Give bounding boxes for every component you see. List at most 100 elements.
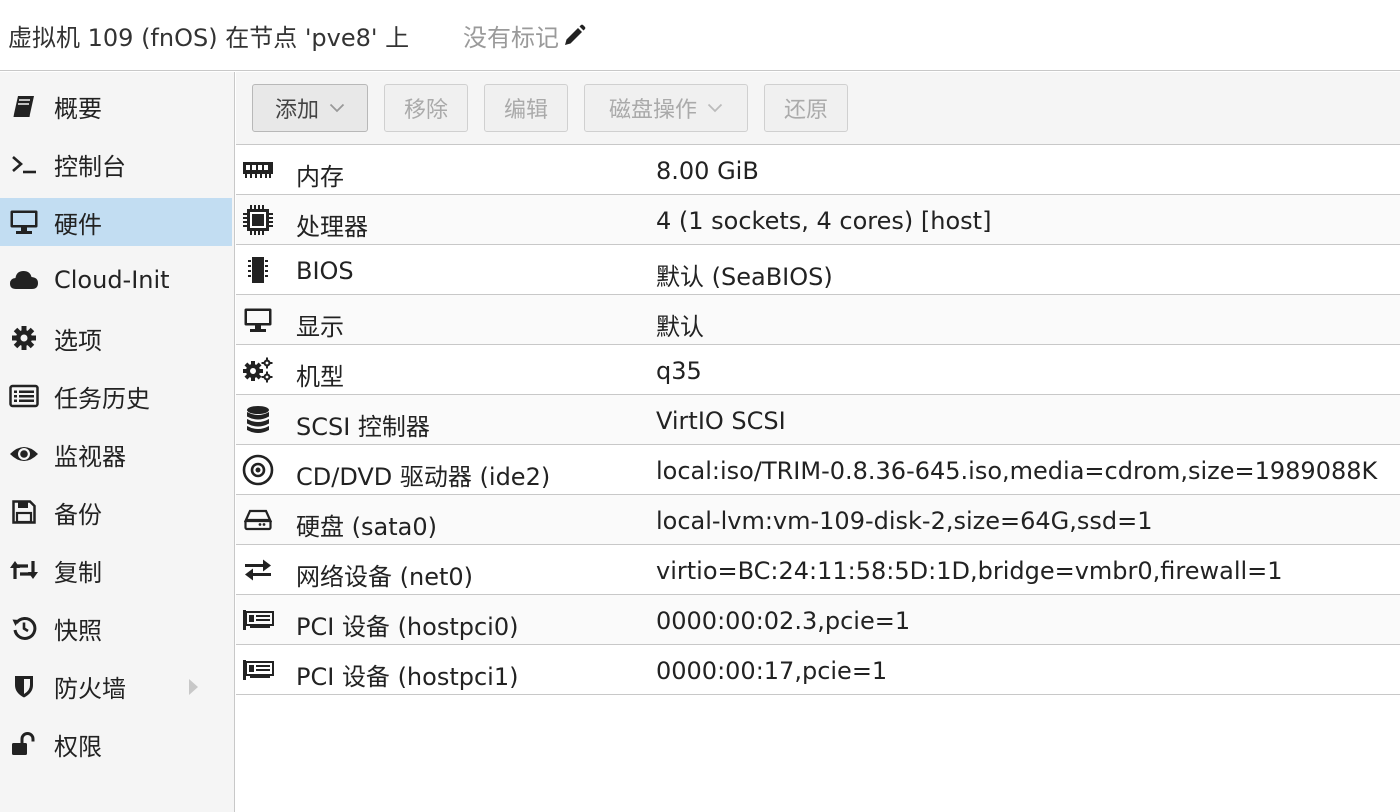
hardware-name: 网络设备 (net0)	[296, 563, 474, 591]
hardware-name: 处理器	[296, 213, 368, 241]
hardware-row-pci-hostpci0[interactable]: PCI 设备 (hostpci0) 0000:00:02.3,pcie=1	[236, 595, 1400, 645]
sidebar-item-label: 选项	[54, 326, 102, 355]
sidebar-item-label: Cloud-Init	[54, 266, 170, 294]
remove-button-label: 移除	[403, 98, 448, 123]
pci-card-icon	[242, 606, 274, 634]
add-button-label: 添加	[274, 98, 319, 123]
display-icon	[242, 306, 274, 334]
sidebar-item-label: 复制	[54, 558, 102, 587]
hardware-value: 4 (1 sockets, 4 cores) [host]	[656, 207, 992, 235]
cdrom-icon	[242, 454, 274, 486]
sidebar-item-label: 任务历史	[54, 384, 150, 413]
revert-button-label: 还原	[783, 98, 828, 123]
pci-card-icon	[242, 656, 274, 684]
memory-icon	[242, 156, 274, 184]
hardware-grid: 内存 8.00 GiB 处理器 4 (1 sockets, 4 cores) […	[236, 145, 1400, 695]
hardware-value: 默认	[656, 313, 704, 341]
sidebar-item-monitor[interactable]: 监视器	[0, 430, 232, 478]
chevron-down-icon	[329, 103, 345, 113]
retweet-icon	[0, 546, 48, 594]
database-icon	[242, 406, 274, 434]
edit-button[interactable]: 编辑	[484, 84, 568, 132]
hardware-row-scsi-controller[interactable]: SCSI 控制器 VirtIO SCSI	[236, 395, 1400, 445]
sidebar-item-hardware[interactable]: 硬件	[0, 198, 232, 246]
sidebar-item-label: 监视器	[54, 442, 126, 471]
hardware-name: SCSI 控制器	[296, 413, 430, 441]
hardware-value: q35	[656, 357, 702, 385]
sidebar-item-permissions[interactable]: 权限	[0, 720, 232, 768]
hardware-row-network[interactable]: 网络设备 (net0) virtio=BC:24:11:58:5D:1D,bri…	[236, 545, 1400, 595]
terminal-icon	[0, 140, 48, 188]
hardware-row-processor[interactable]: 处理器 4 (1 sockets, 4 cores) [host]	[236, 195, 1400, 245]
hardware-row-bios[interactable]: BIOS 默认 (SeaBIOS)	[236, 245, 1400, 295]
hardware-row-memory[interactable]: 内存 8.00 GiB	[236, 145, 1400, 195]
tags-edit[interactable]: 没有标记	[463, 18, 586, 53]
page-title: 虚拟机 109 (fnOS) 在节点 'pve8' 上	[8, 24, 410, 52]
history-icon	[0, 604, 48, 652]
hdd-icon	[242, 506, 274, 534]
edit-button-label: 编辑	[503, 98, 548, 123]
hardware-name: 硬盘 (sata0)	[296, 513, 437, 541]
sidebar-item-replication[interactable]: 复制	[0, 546, 232, 594]
hardware-value: 0000:00:17,pcie=1	[656, 657, 888, 685]
hardware-value: VirtIO SCSI	[656, 407, 786, 435]
cloud-icon	[0, 256, 48, 304]
disk-action-button-label: 磁盘操作	[608, 98, 697, 123]
cpu-icon	[242, 205, 274, 235]
hardware-name: 内存	[296, 163, 344, 191]
sidebar-item-label: 防火墙	[54, 674, 126, 703]
disk-action-button[interactable]: 磁盘操作	[584, 84, 748, 132]
hardware-row-hard-disk[interactable]: 硬盘 (sata0) local-lvm:vm-109-disk-2,size=…	[236, 495, 1400, 545]
list-icon	[0, 372, 48, 420]
hardware-name: CD/DVD 驱动器 (ide2)	[296, 463, 551, 491]
hardware-value: 8.00 GiB	[656, 157, 759, 185]
desktop-icon	[0, 198, 48, 246]
shield-icon	[0, 662, 48, 710]
cogs-icon	[242, 356, 274, 384]
sidebar-item-label: 硬件	[54, 210, 102, 239]
tags-label: 没有标记	[463, 24, 559, 52]
hardware-row-machine[interactable]: 机型 q35	[236, 345, 1400, 395]
hardware-value: 0000:00:02.3,pcie=1	[656, 607, 911, 635]
floppy-icon	[0, 488, 48, 536]
add-button[interactable]: 添加	[252, 84, 368, 132]
hardware-row-cdrom[interactable]: CD/DVD 驱动器 (ide2) local:iso/TRIM-0.8.36-…	[236, 445, 1400, 495]
toolbar: 添加 移除 编辑 磁盘操作 还原	[236, 72, 1400, 145]
sidebar-item-label: 备份	[54, 500, 102, 529]
sidebar-item-label: 权限	[54, 732, 102, 761]
microchip-icon	[242, 256, 274, 284]
revert-button[interactable]: 还原	[764, 84, 848, 132]
sidebar-item-task-history[interactable]: 任务历史	[0, 372, 232, 420]
hardware-value: local-lvm:vm-109-disk-2,size=64G,ssd=1	[656, 507, 1153, 535]
book-icon	[0, 82, 48, 130]
hardware-row-display[interactable]: 显示 默认	[236, 295, 1400, 345]
hardware-name: BIOS	[296, 257, 354, 285]
eye-icon	[0, 430, 48, 478]
sidebar-item-backup[interactable]: 备份	[0, 488, 232, 536]
page-header: 虚拟机 109 (fnOS) 在节点 'pve8' 上 没有标记	[0, 0, 1400, 71]
pencil-icon	[565, 24, 586, 45]
sidebar-item-cloud-init[interactable]: Cloud-Init	[0, 256, 232, 304]
hardware-value: local:iso/TRIM-0.8.36-645.iso,media=cdro…	[656, 457, 1378, 485]
hardware-panel: 添加 移除 编辑 磁盘操作 还原 内存 8.00 GiB 处理器 4 (1 so…	[236, 72, 1400, 812]
sidebar-item-firewall[interactable]: 防火墙	[0, 662, 232, 710]
unlock-icon	[0, 720, 48, 768]
sidebar-item-summary[interactable]: 概要	[0, 82, 232, 130]
exchange-icon	[242, 556, 274, 584]
remove-button[interactable]: 移除	[384, 84, 468, 132]
sidebar-item-snapshots[interactable]: 快照	[0, 604, 232, 652]
hardware-name: 显示	[296, 313, 344, 341]
hardware-name: PCI 设备 (hostpci1)	[296, 663, 519, 691]
sidebar-item-console[interactable]: 控制台	[0, 140, 232, 188]
hardware-name: PCI 设备 (hostpci0)	[296, 613, 519, 641]
hardware-row-pci-hostpci1[interactable]: PCI 设备 (hostpci1) 0000:00:17,pcie=1	[236, 645, 1400, 695]
sidebar-item-label: 快照	[54, 616, 102, 645]
gear-icon	[0, 314, 48, 362]
hardware-value: 默认 (SeaBIOS)	[656, 263, 833, 291]
chevron-down-icon	[707, 103, 723, 113]
hardware-name: 机型	[296, 363, 344, 391]
hardware-value: virtio=BC:24:11:58:5D:1D,bridge=vmbr0,fi…	[656, 557, 1283, 585]
expand-arrow-icon[interactable]	[186, 677, 200, 697]
sidebar-item-options[interactable]: 选项	[0, 314, 232, 362]
sidebar: 概要 控制台 硬件 Cloud-Init 选项 任务历史 监视器 备份 复制 快…	[0, 72, 235, 812]
